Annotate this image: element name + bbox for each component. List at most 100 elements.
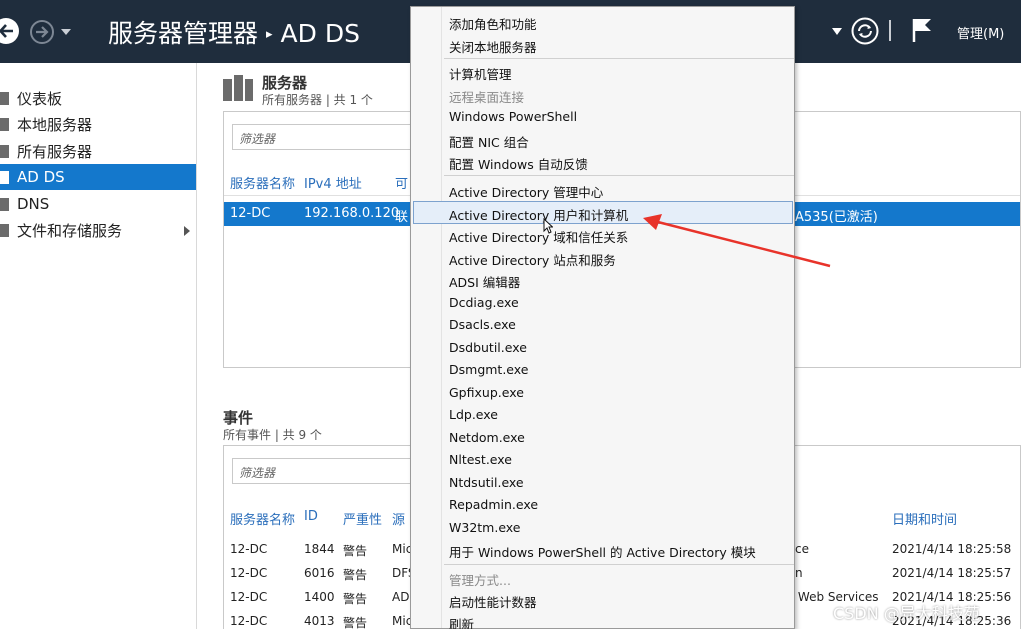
breadcrumb: 服务器管理器 ▸ AD DS (108, 14, 360, 50)
menu-item-adsi-edit[interactable]: ADSI 编辑器 (449, 272, 520, 291)
back-arrow-icon[interactable] (0, 16, 26, 46)
events-subtitle: 所有事件 | 共 9 个 (223, 428, 322, 442)
cell-id: 1844 (304, 542, 335, 556)
tools-context-menu: 添加角色和功能 关闭本地服务器 计算机管理 远程桌面连接 Windows Pow… (410, 6, 795, 629)
servers-tile-icon (223, 75, 253, 101)
menu-item-ad-sites-services[interactable]: Active Directory 站点和服务 (449, 250, 616, 269)
column-source[interactable]: 源 (392, 509, 405, 528)
cell-severity: 警告 (343, 592, 368, 606)
watermark: CSDN @异大科技苑 (833, 604, 980, 623)
sidebar-item-ad-ds[interactable]: AD DS (0, 164, 196, 190)
menu-item-w32tm[interactable]: W32tm.exe (449, 520, 521, 535)
forward-arrow-icon[interactable] (30, 20, 54, 44)
mouse-cursor-icon (543, 218, 553, 234)
column-event-id[interactable]: ID (304, 509, 318, 524)
sidebar-item-label: 文件和存储服务 (17, 221, 123, 240)
menu-item-dsdbutil[interactable]: Dsdbutil.exe (449, 340, 527, 355)
menu-item-shutdown-local[interactable]: 关闭本地服务器 (449, 37, 537, 56)
menu-item-computer-management[interactable]: 计算机管理 (449, 64, 512, 83)
cell-severity: 警告 (343, 616, 368, 629)
column-datetime[interactable]: 日期和时间 (892, 509, 957, 528)
menu-separator (444, 58, 794, 59)
menu-item-dcdiag[interactable]: Dcdiag.exe (449, 295, 519, 310)
cell-date: 2021/4/14 18:25:58 (892, 542, 1012, 556)
menu-item-ldp[interactable]: Ldp.exe (449, 407, 498, 422)
menu-item-repadmin[interactable]: Repadmin.exe (449, 497, 538, 512)
cell-ip: 192.168.0.120 (304, 206, 400, 221)
cell-server: 12-DC (230, 566, 268, 580)
cell-id: 4013 (304, 614, 335, 628)
menu-item-nltest[interactable]: Nltest.exe (449, 452, 512, 467)
sidebar-item-dns[interactable]: DNS (0, 191, 196, 217)
notifications-flag-icon[interactable] (911, 17, 933, 43)
column-server-name[interactable]: 服务器名称 (230, 173, 295, 192)
servers-icon (0, 144, 9, 158)
menu-item-start-perf-counters[interactable]: 启动性能计数器 (449, 592, 537, 611)
sidebar-item-all-servers[interactable]: 所有服务器 (0, 138, 196, 164)
cell-server: 12-DC (230, 614, 268, 628)
menu-gutter (441, 7, 442, 628)
cell-server-name: 12-DC (230, 206, 271, 221)
events-filter-input[interactable]: 筛选器 (232, 458, 412, 484)
servers-filter-input[interactable]: 筛选器 (232, 124, 412, 150)
menu-item-dsacls[interactable]: Dsacls.exe (449, 317, 516, 332)
menu-item-powershell[interactable]: Windows PowerShell (449, 109, 577, 124)
events-title: 事件 (223, 409, 254, 427)
sidebar: 仪表板 本地服务器 所有服务器 AD DS DNS 文件和存储服务 (0, 63, 197, 629)
ad-ds-icon (0, 170, 9, 184)
menu-item-ntdsutil[interactable]: Ntdsutil.exe (449, 475, 524, 490)
dashboard-icon (0, 91, 9, 105)
menu-item-manage-as: 管理方式... (449, 573, 511, 588)
menu-item-netdom[interactable]: Netdom.exe (449, 430, 525, 445)
manage-menu[interactable]: 管理(M) (957, 23, 1004, 42)
toolbar-dropdown-icon[interactable] (832, 28, 842, 35)
menu-separator (444, 175, 794, 176)
menu-item-dsmgmt[interactable]: Dsmgmt.exe (449, 362, 528, 377)
sidebar-item-local-server[interactable]: 本地服务器 (0, 111, 196, 137)
servers-subtitle: 所有服务器 | 共 1 个 (262, 93, 373, 107)
breadcrumb-root[interactable]: 服务器管理器 (108, 19, 258, 48)
annotation-arrow-icon (643, 214, 831, 268)
breadcrumb-current: AD DS (280, 19, 360, 48)
sidebar-item-label: 所有服务器 (17, 142, 93, 161)
cell-severity: 警告 (343, 568, 368, 582)
menu-item-ad-users-computers[interactable]: Active Directory 用户和计算机 (449, 205, 628, 224)
cell-id: 1400 (304, 590, 335, 604)
sidebar-item-file-storage[interactable]: 文件和存储服务 (0, 217, 196, 243)
expand-arrow-icon[interactable] (184, 226, 190, 236)
cell-task: ce (795, 542, 809, 556)
cell-date: 2021/4/14 18:25:57 (892, 566, 1012, 580)
servers-title: 服务器 (262, 74, 308, 92)
menu-item-add-roles[interactable]: 添加角色和功能 (449, 14, 537, 33)
sidebar-item-label: 本地服务器 (17, 115, 93, 134)
server-icon (0, 117, 9, 131)
history-dropdown-icon[interactable] (60, 28, 72, 36)
cell-id: 6016 (304, 566, 335, 580)
cell-severity: 警告 (343, 544, 368, 558)
cell-task: n (795, 566, 803, 580)
menu-item-gpfixup[interactable]: Gpfixup.exe (449, 385, 524, 400)
menu-item-remote-desktop: 远程桌面连接 (449, 90, 525, 105)
cell-status: 联 (395, 210, 409, 225)
menu-item-ad-powershell-module[interactable]: 用于 Windows PowerShell 的 Active Directory… (449, 542, 756, 561)
column-status[interactable]: 可 (395, 173, 408, 192)
menu-item-ad-admin-center[interactable]: Active Directory 管理中心 (449, 182, 603, 201)
sidebar-item-label: 仪表板 (17, 89, 63, 108)
toolbar-divider (889, 20, 891, 41)
sidebar-item-dashboard[interactable]: 仪表板 (0, 85, 196, 111)
breadcrumb-separator: ▸ (266, 27, 273, 42)
cell-server: 12-DC (230, 590, 268, 604)
dns-icon (0, 197, 9, 211)
menu-separator (444, 564, 794, 565)
cell-server: 12-DC (230, 542, 268, 556)
column-event-server[interactable]: 服务器名称 (230, 509, 295, 528)
column-ipv4[interactable]: IPv4 地址 (304, 173, 362, 192)
menu-item-refresh[interactable]: 刷新 (449, 614, 474, 629)
column-severity[interactable]: 严重性 (343, 509, 382, 528)
menu-item-ad-domains-trusts[interactable]: Active Directory 域和信任关系 (449, 227, 628, 246)
menu-item-nic-teaming[interactable]: 配置 NIC 组合 (449, 132, 529, 151)
menu-item-windows-feedback[interactable]: 配置 Windows 自动反馈 (449, 154, 588, 173)
refresh-icon[interactable] (851, 17, 879, 45)
storage-icon (0, 223, 9, 237)
sidebar-item-label: AD DS (17, 168, 65, 186)
